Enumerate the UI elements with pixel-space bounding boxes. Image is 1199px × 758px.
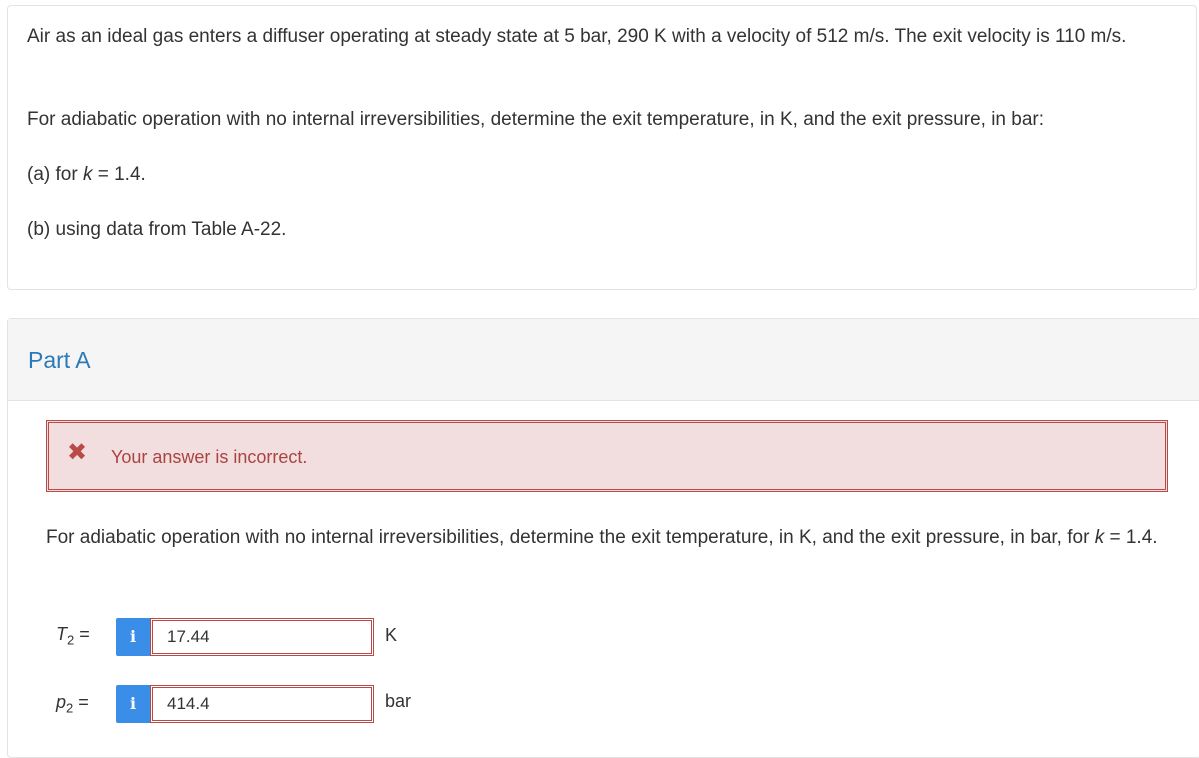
- prompt-suffix: = 1.4.: [1104, 527, 1158, 548]
- feedback-text: Your answer is incorrect.: [111, 447, 308, 467]
- feedback-incorrect-banner: ✖ Your answer is incorrect.: [46, 420, 1168, 492]
- part-a-card: Part A ✖ Your answer is incorrect. For a…: [7, 318, 1199, 758]
- info-icon[interactable]: i: [116, 685, 150, 723]
- p2-unit: bar: [385, 691, 412, 711]
- prompt-text: For adiabatic operation with no internal…: [46, 527, 1095, 548]
- info-icon[interactable]: i: [116, 618, 150, 656]
- part-a-header[interactable]: Part A: [8, 319, 1199, 401]
- p2-answer-input[interactable]: [150, 685, 374, 723]
- p2-label: p2 =: [56, 692, 89, 716]
- t2-label: T2 =: [56, 624, 90, 648]
- prompt-var: k: [1094, 527, 1105, 548]
- question-item-b: (b) using data from Table A-22.: [27, 219, 287, 240]
- part-a-prompt: For adiabatic operation with no internal…: [46, 524, 1186, 552]
- item-a-suffix: = 1.4.: [92, 164, 146, 185]
- question-card: Air as an ideal gas enters a diffuser op…: [7, 5, 1197, 290]
- t2-answer-input[interactable]: [150, 618, 374, 656]
- t2-unit: K: [385, 625, 398, 645]
- close-icon: ✖: [67, 439, 88, 466]
- question-item-a: (a) for k = 1.4.: [27, 164, 146, 186]
- part-a-title: Part A: [28, 347, 91, 373]
- question-task: For adiabatic operation with no internal…: [27, 109, 1045, 130]
- item-a-prefix: (a) for: [27, 164, 83, 185]
- question-intro: Air as an ideal gas enters a diffuser op…: [27, 26, 1127, 47]
